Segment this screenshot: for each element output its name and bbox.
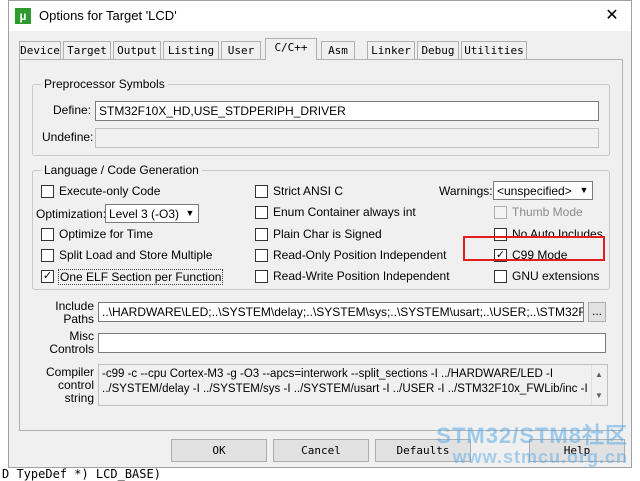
cancel-button[interactable]: Cancel: [273, 439, 369, 462]
optimize-time-checkbox[interactable]: [41, 228, 54, 241]
define-field[interactable]: STM32F10X_HD,USE_STDPERIPH_DRIVER: [95, 101, 599, 121]
one-elf-checkbox[interactable]: ✓: [41, 270, 54, 283]
tab-linker[interactable]: Linker: [367, 41, 415, 59]
chevron-down-icon: ▼: [182, 205, 198, 222]
tab-debug[interactable]: Debug: [417, 41, 459, 59]
ro-pi-checkbox[interactable]: [255, 249, 268, 262]
options-dialog: µ Options for Target 'LCD' ✕ Device Targ…: [8, 0, 632, 468]
compiler-line-2: ../SYSTEM/delay -I ../SYSTEM/sys -I ../S…: [102, 383, 588, 395]
rw-pi-checkbox[interactable]: [255, 270, 268, 283]
strict-ansi-checkbox[interactable]: [255, 185, 268, 198]
watermark-title: STM32/STM8社区: [436, 423, 628, 448]
compiler-string-label: Compiler control string: [45, 365, 94, 405]
keil-app-icon: µ: [15, 8, 31, 24]
language-group: Language / Code Generation Execute-only …: [32, 163, 610, 290]
enum-container-checkbox[interactable]: [255, 206, 268, 219]
tab-c-cpp[interactable]: C/C++: [265, 38, 317, 60]
gnu-extensions-label: GNU extensions: [512, 269, 600, 283]
compiler-scrollbar[interactable]: ▲ ▼: [591, 365, 607, 405]
execute-only-label: Execute-only Code: [59, 184, 161, 198]
close-icon[interactable]: ✕: [599, 3, 625, 29]
tab-utilities[interactable]: Utilities: [461, 41, 527, 59]
undefine-label: Undefine:: [42, 130, 94, 144]
language-legend: Language / Code Generation: [41, 163, 202, 177]
plain-char-label: Plain Char is Signed: [273, 227, 382, 241]
optimize-time-label: Optimize for Time: [59, 227, 154, 241]
split-load-checkbox[interactable]: [41, 249, 54, 262]
c-cpp-panel: Preprocessor Symbols Define: STM32F10X_H…: [19, 59, 623, 431]
optimization-label: Optimization:: [36, 207, 107, 221]
strict-ansi-label: Strict ANSI C: [273, 184, 344, 198]
optimization-value: Level 3 (-O3): [109, 207, 180, 221]
warnings-label: Warnings:: [439, 184, 493, 198]
define-label: Define:: [53, 103, 92, 117]
scroll-down-icon: ▼: [595, 391, 603, 400]
split-load-label: Split Load and Store Multiple: [59, 248, 213, 262]
c99-highlight-box: [463, 236, 605, 261]
plain-char-checkbox[interactable]: [255, 228, 268, 241]
include-paths-field[interactable]: ..\HARDWARE\LED;..\SYSTEM\delay;..\SYSTE…: [98, 302, 584, 322]
warnings-value: <unspecified>: [497, 184, 572, 198]
tab-asm[interactable]: Asm: [321, 41, 355, 59]
title-bar: µ Options for Target 'LCD' ✕: [9, 1, 631, 31]
rw-pi-label: Read-Write Position Independent: [273, 269, 450, 283]
optimization-select[interactable]: Level 3 (-O3) ▼: [105, 204, 199, 223]
tab-user[interactable]: User: [221, 41, 261, 59]
misc-controls-field[interactable]: [98, 333, 606, 353]
tab-device[interactable]: Device: [19, 41, 61, 59]
ok-button[interactable]: OK: [171, 439, 267, 462]
tab-target[interactable]: Target: [63, 41, 111, 59]
preprocessor-legend: Preprocessor Symbols: [41, 77, 168, 91]
window-title: Options for Target 'LCD': [39, 8, 177, 23]
tab-output[interactable]: Output: [113, 41, 161, 59]
compiler-line-1: -c99 -c --cpu Cortex-M3 -g -O3 --apcs=in…: [102, 368, 554, 380]
warnings-select[interactable]: <unspecified> ▼: [493, 181, 593, 200]
compiler-string-box[interactable]: -c99 -c --cpu Cortex-M3 -g -O3 --apcs=in…: [98, 364, 608, 406]
enum-container-label: Enum Container always int: [273, 205, 416, 219]
background-code-line: D TypeDef *) LCD_BASE): [2, 467, 161, 481]
thumb-mode-label: Thumb Mode: [512, 205, 583, 219]
scroll-up-icon: ▲: [595, 370, 603, 379]
gnu-extensions-checkbox[interactable]: [494, 270, 507, 283]
execute-only-checkbox[interactable]: [41, 185, 54, 198]
undefine-field[interactable]: [95, 128, 599, 148]
include-paths-label: Include Paths: [55, 299, 94, 326]
tab-listing[interactable]: Listing: [163, 41, 219, 59]
chevron-down-icon: ▼: [576, 182, 592, 199]
misc-controls-label: Misc Controls: [49, 329, 94, 356]
preprocessor-group: Preprocessor Symbols Define: STM32F10X_H…: [32, 77, 610, 156]
thumb-mode-checkbox[interactable]: [494, 206, 507, 219]
ro-pi-label: Read-Only Position Independent: [273, 248, 447, 262]
include-browse-button[interactable]: ...: [588, 302, 606, 322]
one-elf-label: One ELF Section per Function: [58, 269, 224, 285]
watermark-url: www.stmcu.org.cn: [452, 447, 628, 467]
